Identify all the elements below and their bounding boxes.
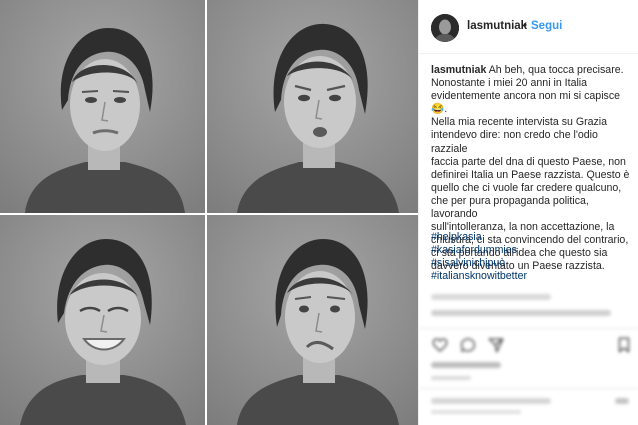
blurred-comment-input[interactable] <box>431 398 551 404</box>
blurred-text <box>431 294 551 300</box>
portrait-photo-grimace[interactable] <box>207 215 418 425</box>
caption-line: Nella mia recente intervista su Grazia <box>431 116 608 129</box>
divider <box>419 328 638 329</box>
follow-button[interactable]: Segui <box>531 20 562 32</box>
photo-grid <box>0 0 418 425</box>
profile-avatar[interactable] <box>431 14 459 42</box>
divider <box>419 388 638 389</box>
blurred-post-button[interactable] <box>615 398 629 404</box>
post-side-panel: lasmutniak • Segui lasmutniak Ah beh, qu… <box>418 0 638 425</box>
blurred-comment <box>431 310 611 316</box>
hashtag-link[interactable]: #sisalvinichipuò <box>431 257 637 270</box>
caption-line: faccia parte del dna di questo Paese, no… <box>431 155 626 168</box>
portrait-photo-neutral[interactable] <box>0 0 205 213</box>
caption-line: quello che ci vuole far credere qualcuno… <box>431 181 622 194</box>
heart-icon[interactable] <box>431 336 449 354</box>
caption-line: intendevo dire: non credo che l'odio raz… <box>431 129 598 155</box>
caption-username[interactable]: lasmutniak <box>431 64 486 76</box>
comment-icon[interactable] <box>459 336 477 354</box>
share-icon[interactable] <box>487 336 505 354</box>
hashtag-list: #helpkasia #kasiafordummies #sisalvinich… <box>431 231 637 283</box>
bookmark-icon[interactable] <box>615 336 633 354</box>
caption-line: definirei Italia un Paese razzista. Ques… <box>431 168 630 181</box>
blurred-date <box>431 376 471 380</box>
caption-line: Nonostante i miei 20 anni in Italia <box>431 77 588 90</box>
hashtag-link[interactable]: #kasiafordummies <box>431 244 637 257</box>
hashtag-link[interactable]: #italiansknowitbetter <box>431 270 637 283</box>
caption-line: che per pura propaganda politica, lavora… <box>431 194 589 221</box>
blurred-comments-area <box>419 284 638 425</box>
post-username[interactable]: lasmutniak <box>467 20 527 32</box>
hashtag-link[interactable]: #helpkasia <box>431 231 637 244</box>
portrait-photo-squinting-smile[interactable] <box>0 215 205 425</box>
post-header: lasmutniak • Segui <box>419 0 638 54</box>
caption-line: Ah beh, qua tocca precisare. <box>488 64 624 76</box>
blurred-text <box>431 410 521 414</box>
caption-line: evidentemente ancora non mi si capisce 😂… <box>431 90 621 116</box>
portrait-photo-frowning[interactable] <box>207 0 418 213</box>
blurred-likes <box>431 362 501 368</box>
header-separator: • <box>523 20 528 32</box>
